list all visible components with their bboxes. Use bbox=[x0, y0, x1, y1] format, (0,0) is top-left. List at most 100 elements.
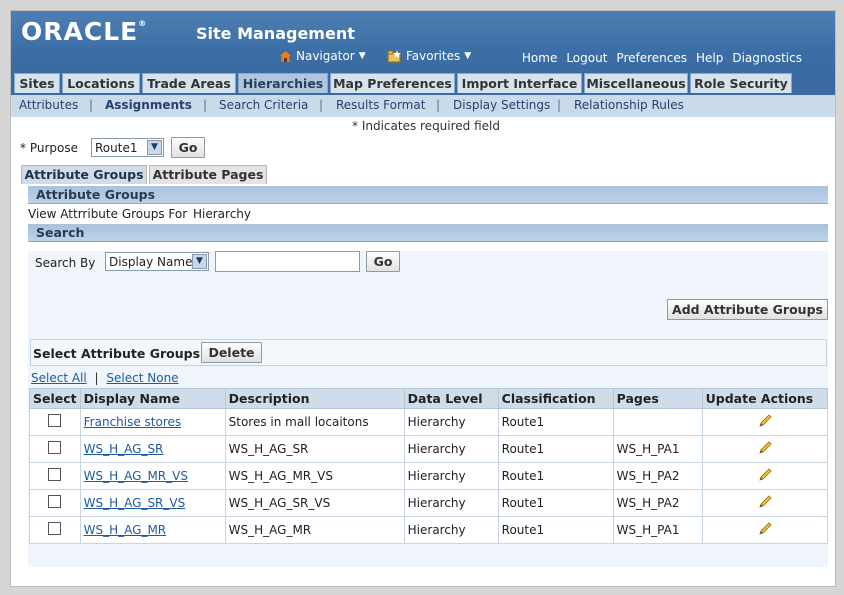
data-level-cell: Hierarchy bbox=[403, 408, 499, 436]
row-checkbox[interactable] bbox=[48, 414, 62, 427]
tab-trade-areas[interactable]: Trade Areas bbox=[142, 73, 236, 93]
row-checkbox[interactable] bbox=[48, 468, 62, 481]
subnav-separator: | bbox=[203, 98, 208, 112]
pencil-icon[interactable] bbox=[757, 467, 773, 483]
search-go-button[interactable]: Go bbox=[366, 251, 400, 272]
pages-cell: WS_H_PA2 bbox=[612, 462, 703, 490]
classification-cell: Route1 bbox=[497, 462, 614, 490]
attribute-groups-table: Select Display Name Description Data Lev… bbox=[29, 388, 829, 544]
tab-import-interface[interactable]: Import Interface bbox=[457, 73, 582, 93]
subnav-separator: | bbox=[557, 98, 562, 112]
home-link[interactable]: Home bbox=[522, 51, 557, 65]
tab-locations[interactable]: Locations bbox=[62, 73, 140, 93]
subnav-search-criteria[interactable]: Search Criteria bbox=[219, 98, 308, 112]
delete-button[interactable]: Delete bbox=[201, 342, 262, 363]
col-classification: Classification bbox=[497, 388, 614, 409]
subnav-results-format[interactable]: Results Format bbox=[336, 98, 425, 112]
purpose-label: * Purpose bbox=[20, 141, 78, 155]
display-name-link[interactable]: Franchise stores bbox=[84, 415, 182, 429]
table-row: WS_H_AG_MR_VS WS_H_AG_MR_VS Hierarchy Ro… bbox=[29, 462, 829, 490]
view-for-label: View Attrribute Groups For bbox=[28, 207, 188, 221]
select-actions-bar: Select Attribute Groups: Delete bbox=[30, 339, 827, 366]
pages-cell bbox=[612, 408, 703, 436]
app-title: Site Management bbox=[196, 24, 355, 43]
description-cell: WS_H_AG_SR bbox=[224, 435, 405, 463]
main-tabs: Sites Locations Trade Areas Hierarchies … bbox=[11, 73, 835, 95]
display-name-link[interactable]: WS_H_AG_SR_VS bbox=[84, 496, 186, 510]
description-cell: WS_H_AG_SR_VS bbox=[224, 489, 405, 517]
classification-cell: Route1 bbox=[497, 516, 614, 544]
favorites-label: Favorites bbox=[406, 49, 461, 63]
select-groups-label: Select Attribute Groups: bbox=[33, 346, 206, 361]
table-row: Franchise stores Stores in mall locaiton… bbox=[29, 408, 829, 436]
subtab-attribute-groups[interactable]: Attribute Groups bbox=[21, 165, 147, 184]
favorites-folder-icon bbox=[387, 49, 401, 62]
pencil-icon[interactable] bbox=[757, 521, 773, 537]
navigator-menu[interactable]: Navigator ▼ bbox=[279, 49, 366, 63]
display-name-link[interactable]: WS_H_AG_SR bbox=[84, 442, 164, 456]
header-bar: ORACLE® Site Management Navigator ▼ Favo… bbox=[11, 11, 835, 75]
table-row: WS_H_AG_SR WS_H_AG_SR Hierarchy Route1 W… bbox=[29, 435, 829, 463]
classification-cell: Route1 bbox=[497, 489, 614, 517]
search-header: Search bbox=[28, 224, 828, 242]
help-link[interactable]: Help bbox=[696, 51, 723, 65]
search-input[interactable] bbox=[215, 251, 360, 272]
purpose-select[interactable]: Route1 ▼ bbox=[91, 138, 164, 157]
attribute-groups-header: Attribute Groups bbox=[28, 186, 828, 204]
display-name-link[interactable]: WS_H_AG_MR bbox=[84, 523, 167, 537]
global-links: Home Logout Preferences Help Diagnostics bbox=[522, 51, 802, 65]
select-none-link[interactable]: Select None bbox=[106, 371, 178, 385]
chevron-down-icon: ▼ bbox=[464, 51, 472, 61]
chevron-down-icon: ▼ bbox=[358, 51, 366, 61]
table-header-row: Select Display Name Description Data Lev… bbox=[29, 388, 829, 409]
subnav-display-settings[interactable]: Display Settings bbox=[453, 98, 550, 112]
diagnostics-link[interactable]: Diagnostics bbox=[732, 51, 802, 65]
pencil-icon[interactable] bbox=[757, 440, 773, 456]
row-checkbox[interactable] bbox=[48, 495, 62, 508]
pencil-icon[interactable] bbox=[757, 413, 773, 429]
row-checkbox[interactable] bbox=[48, 522, 62, 535]
search-by-select[interactable]: Display Name ▼ bbox=[105, 252, 209, 271]
tab-role-security[interactable]: Role Security bbox=[690, 73, 792, 93]
oracle-logo: ORACLE® bbox=[21, 17, 148, 46]
pages-cell: WS_H_PA2 bbox=[612, 489, 703, 517]
col-data-level: Data Level bbox=[403, 388, 499, 409]
subnav-assignments[interactable]: Assignments bbox=[105, 98, 192, 112]
chevron-down-icon: ▼ bbox=[147, 140, 162, 155]
tab-hierarchies[interactable]: Hierarchies bbox=[238, 73, 328, 93]
tab-map-preferences[interactable]: Map Preferences bbox=[330, 73, 455, 93]
table-row: WS_H_AG_SR_VS WS_H_AG_SR_VS Hierarchy Ro… bbox=[29, 489, 829, 517]
select-all-link[interactable]: Select All bbox=[31, 371, 87, 385]
col-display-name: Display Name bbox=[79, 388, 226, 409]
view-for-value: Hierarchy bbox=[193, 207, 252, 221]
subtab-attribute-pages[interactable]: Attribute Pages bbox=[149, 165, 267, 184]
favorites-menu[interactable]: Favorites ▼ bbox=[387, 49, 471, 63]
tab-miscellaneous[interactable]: Miscellaneous bbox=[584, 73, 688, 93]
col-update-actions: Update Actions bbox=[701, 388, 829, 409]
pages-cell: WS_H_PA1 bbox=[612, 516, 703, 544]
add-attribute-groups-button[interactable]: Add Attribute Groups bbox=[667, 299, 828, 320]
search-by-label: Search By bbox=[35, 256, 96, 270]
tab-sites[interactable]: Sites bbox=[14, 73, 60, 93]
table-row: WS_H_AG_MR WS_H_AG_MR Hierarchy Route1 W… bbox=[29, 516, 829, 544]
display-name-link[interactable]: WS_H_AG_MR_VS bbox=[84, 469, 188, 483]
select-links: Select All | Select None bbox=[31, 371, 179, 385]
pencil-icon[interactable] bbox=[757, 494, 773, 510]
subnav-relationship-rules[interactable]: Relationship Rules bbox=[574, 98, 684, 112]
description-cell: WS_H_AG_MR bbox=[224, 516, 405, 544]
subnav-separator: | bbox=[436, 98, 441, 112]
description-cell: WS_H_AG_MR_VS bbox=[224, 462, 405, 490]
logout-link[interactable]: Logout bbox=[566, 51, 607, 65]
home-icon bbox=[280, 50, 291, 62]
col-pages: Pages bbox=[612, 388, 703, 409]
app-window: ORACLE® Site Management Navigator ▼ Favo… bbox=[10, 10, 836, 587]
chevron-down-icon: ▼ bbox=[192, 254, 207, 269]
subnav-separator: | bbox=[319, 98, 324, 112]
select-links-separator: | bbox=[94, 371, 99, 385]
preferences-link[interactable]: Preferences bbox=[616, 51, 687, 65]
purpose-go-button[interactable]: Go bbox=[171, 137, 205, 158]
subnav-attributes[interactable]: Attributes bbox=[19, 98, 78, 112]
data-level-cell: Hierarchy bbox=[403, 516, 499, 544]
required-field-note: * Indicates required field bbox=[352, 119, 501, 133]
row-checkbox[interactable] bbox=[48, 441, 62, 454]
